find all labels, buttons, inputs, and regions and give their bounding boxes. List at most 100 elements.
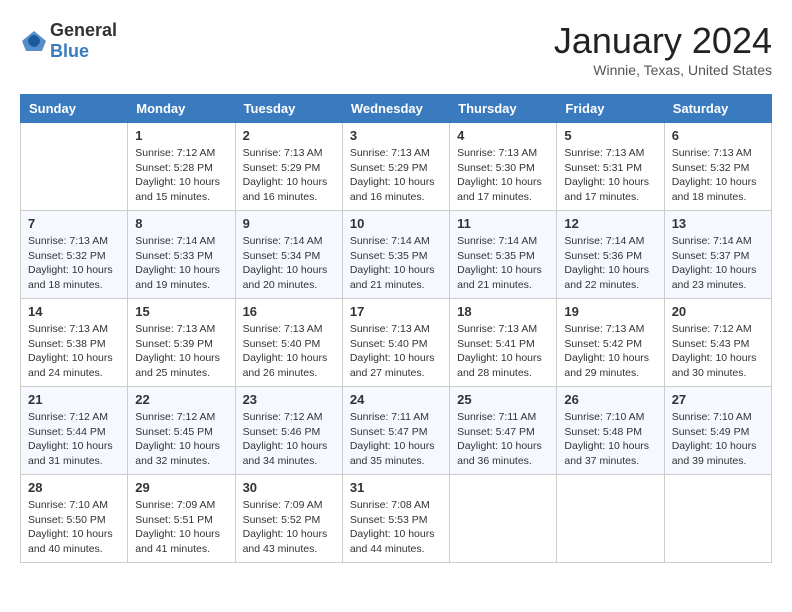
day-info: Sunrise: 7:13 AMSunset: 5:32 PMDaylight:… [28,234,120,293]
calendar-cell: 16 Sunrise: 7:13 AMSunset: 5:40 PMDayligh… [235,299,342,387]
calendar-cell: 19 Sunrise: 7:13 AMSunset: 5:42 PMDayligh… [557,299,664,387]
day-number: 31 [350,480,442,495]
day-number: 19 [564,304,656,319]
day-info: Sunrise: 7:11 AMSunset: 5:47 PMDaylight:… [457,410,549,469]
day-info: Sunrise: 7:10 AMSunset: 5:50 PMDaylight:… [28,498,120,557]
day-number: 23 [243,392,335,407]
month-title: January 2024 [554,20,772,62]
calendar-cell: 2 Sunrise: 7:13 AMSunset: 5:29 PMDaylight… [235,123,342,211]
calendar-cell: 9Sunrise: 7:14 AMSunset: 5:34 PMDaylight… [235,211,342,299]
calendar-cell: 3 Sunrise: 7:13 AMSunset: 5:29 PMDaylight… [342,123,449,211]
header-thursday: Thursday [450,95,557,123]
day-info: Sunrise: 7:09 AMSunset: 5:52 PMDaylight:… [243,498,335,557]
day-number: 17 [350,304,442,319]
calendar-cell: 14Sunrise: 7:13 AMSunset: 5:38 PMDayligh… [21,299,128,387]
calendar-cell: 31 Sunrise: 7:08 AMSunset: 5:53 PMDayligh… [342,475,449,563]
day-number: 4 [457,128,549,143]
day-number: 7 [28,216,120,231]
calendar-table: SundayMondayTuesdayWednesdayThursdayFrid… [20,94,772,563]
calendar-cell: 6 Sunrise: 7:13 AMSunset: 5:32 PMDaylight… [664,123,771,211]
day-number: 5 [564,128,656,143]
logo: General Blue [20,20,117,62]
day-number: 29 [135,480,227,495]
day-info: Sunrise: 7:13 AMSunset: 5:29 PMDaylight:… [350,146,442,205]
day-number: 10 [350,216,442,231]
logo-blue-text: Blue [50,41,89,61]
day-number: 25 [457,392,549,407]
calendar-cell: 15Sunrise: 7:13 AMSunset: 5:39 PMDayligh… [128,299,235,387]
day-info: Sunrise: 7:08 AMSunset: 5:53 PMDaylight:… [350,498,442,557]
day-number: 1 [135,128,227,143]
header-saturday: Saturday [664,95,771,123]
title-block: January 2024 Winnie, Texas, United State… [554,20,772,78]
day-number: 16 [243,304,335,319]
calendar-cell: 30 Sunrise: 7:09 AMSunset: 5:52 PMDayligh… [235,475,342,563]
calendar-cell: 27Sunrise: 7:10 AMSunset: 5:49 PMDayligh… [664,387,771,475]
day-info: Sunrise: 7:13 AMSunset: 5:42 PMDaylight:… [564,322,656,381]
day-number: 8 [135,216,227,231]
calendar-cell: 23Sunrise: 7:12 AMSunset: 5:46 PMDayligh… [235,387,342,475]
calendar-cell: 8 Sunrise: 7:14 AMSunset: 5:33 PMDaylight… [128,211,235,299]
day-number: 28 [28,480,120,495]
calendar-cell: 11Sunrise: 7:14 AMSunset: 5:35 PMDayligh… [450,211,557,299]
day-number: 13 [672,216,764,231]
day-info: Sunrise: 7:12 AMSunset: 5:28 PMDaylight:… [135,146,227,205]
calendar-cell: 20 Sunrise: 7:12 AMSunset: 5:43 PMDayligh… [664,299,771,387]
header-monday: Monday [128,95,235,123]
day-info: Sunrise: 7:13 AMSunset: 5:31 PMDaylight:… [564,146,656,205]
calendar-cell: 26Sunrise: 7:10 AMSunset: 5:48 PMDayligh… [557,387,664,475]
day-info: Sunrise: 7:14 AMSunset: 5:35 PMDaylight:… [457,234,549,293]
day-info: Sunrise: 7:13 AMSunset: 5:29 PMDaylight:… [243,146,335,205]
day-info: Sunrise: 7:13 AMSunset: 5:40 PMDaylight:… [243,322,335,381]
day-info: Sunrise: 7:12 AMSunset: 5:44 PMDaylight:… [28,410,120,469]
calendar-cell: 7 Sunrise: 7:13 AMSunset: 5:32 PMDaylight… [21,211,128,299]
calendar-cell: 12Sunrise: 7:14 AMSunset: 5:36 PMDayligh… [557,211,664,299]
day-info: Sunrise: 7:13 AMSunset: 5:41 PMDaylight:… [457,322,549,381]
logo-general-text: General [50,20,117,40]
header-tuesday: Tuesday [235,95,342,123]
day-number: 3 [350,128,442,143]
calendar-cell [664,475,771,563]
day-number: 24 [350,392,442,407]
day-info: Sunrise: 7:13 AMSunset: 5:30 PMDaylight:… [457,146,549,205]
day-info: Sunrise: 7:13 AMSunset: 5:40 PMDaylight:… [350,322,442,381]
day-info: Sunrise: 7:14 AMSunset: 5:37 PMDaylight:… [672,234,764,293]
week-row-2: 7 Sunrise: 7:13 AMSunset: 5:32 PMDaylight… [21,211,772,299]
page-header: General Blue January 2024 Winnie, Texas,… [20,20,772,78]
logo-icon [20,29,48,53]
calendar-cell: 25 Sunrise: 7:11 AMSunset: 5:47 PMDayligh… [450,387,557,475]
calendar-header-row: SundayMondayTuesdayWednesdayThursdayFrid… [21,95,772,123]
day-number: 20 [672,304,764,319]
day-number: 14 [28,304,120,319]
calendar-cell: 18Sunrise: 7:13 AMSunset: 5:41 PMDayligh… [450,299,557,387]
calendar-cell [557,475,664,563]
day-info: Sunrise: 7:12 AMSunset: 5:45 PMDaylight:… [135,410,227,469]
day-number: 15 [135,304,227,319]
header-friday: Friday [557,95,664,123]
calendar-cell: 4 Sunrise: 7:13 AMSunset: 5:30 PMDaylight… [450,123,557,211]
calendar-cell: 5 Sunrise: 7:13 AMSunset: 5:31 PMDaylight… [557,123,664,211]
calendar-cell: 29 Sunrise: 7:09 AMSunset: 5:51 PMDayligh… [128,475,235,563]
day-number: 2 [243,128,335,143]
week-row-1: 1 Sunrise: 7:12 AMSunset: 5:28 PMDaylight… [21,123,772,211]
week-row-3: 14Sunrise: 7:13 AMSunset: 5:38 PMDayligh… [21,299,772,387]
day-number: 21 [28,392,120,407]
calendar-cell: 1 Sunrise: 7:12 AMSunset: 5:28 PMDaylight… [128,123,235,211]
day-number: 6 [672,128,764,143]
location: Winnie, Texas, United States [554,62,772,78]
day-info: Sunrise: 7:14 AMSunset: 5:36 PMDaylight:… [564,234,656,293]
calendar-cell: 28 Sunrise: 7:10 AMSunset: 5:50 PMDayligh… [21,475,128,563]
day-info: Sunrise: 7:09 AMSunset: 5:51 PMDaylight:… [135,498,227,557]
day-info: Sunrise: 7:10 AMSunset: 5:49 PMDaylight:… [672,410,764,469]
day-info: Sunrise: 7:12 AMSunset: 5:43 PMDaylight:… [672,322,764,381]
day-info: Sunrise: 7:14 AMSunset: 5:33 PMDaylight:… [135,234,227,293]
header-sunday: Sunday [21,95,128,123]
day-number: 22 [135,392,227,407]
day-number: 26 [564,392,656,407]
calendar-cell: 10Sunrise: 7:14 AMSunset: 5:35 PMDayligh… [342,211,449,299]
calendar-cell [450,475,557,563]
week-row-5: 28 Sunrise: 7:10 AMSunset: 5:50 PMDayligh… [21,475,772,563]
calendar-cell: 24Sunrise: 7:11 AMSunset: 5:47 PMDayligh… [342,387,449,475]
day-number: 30 [243,480,335,495]
day-info: Sunrise: 7:13 AMSunset: 5:32 PMDaylight:… [672,146,764,205]
